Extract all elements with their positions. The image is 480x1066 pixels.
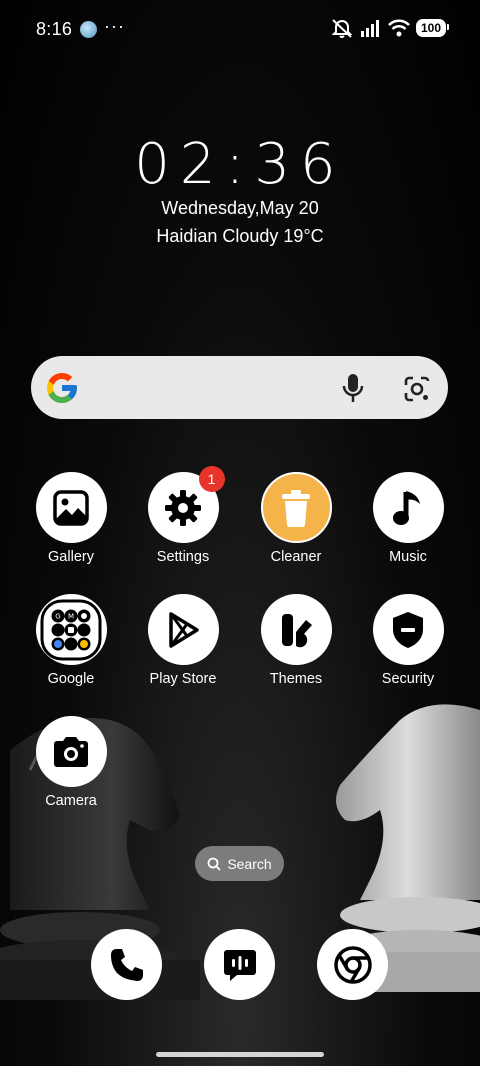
app-label: Gallery (48, 549, 94, 565)
app-search-button[interactable]: Search (195, 846, 284, 881)
app-label: Play Store (149, 671, 217, 687)
mic-icon[interactable] (340, 372, 366, 404)
dock-phone[interactable] (91, 929, 162, 1000)
dock-messages[interactable] (204, 929, 275, 1000)
dock-chrome[interactable] (317, 929, 388, 1000)
status-bar: 8:16 ··· 100 (0, 0, 480, 60)
trash-icon (260, 472, 332, 543)
google-g-icon (47, 373, 77, 403)
clock-date[interactable]: Wednesday,May 20 (0, 198, 480, 219)
camera-icon (35, 716, 107, 787)
search-pill-label: Search (227, 855, 272, 872)
status-icons: 100 (330, 18, 450, 38)
google-search-bar[interactable] (31, 356, 448, 419)
svg-text:G: G (55, 612, 60, 620)
app-label: Themes (269, 671, 323, 687)
app-play-store[interactable]: Play Store (128, 594, 238, 687)
wifi-icon (388, 19, 410, 37)
lens-icon[interactable] (402, 374, 432, 404)
app-themes[interactable]: Themes (241, 594, 351, 687)
mute-icon (331, 19, 353, 38)
shield-icon (372, 594, 444, 665)
app-label: Camera (45, 793, 97, 809)
messages-icon (223, 949, 256, 981)
app-gallery[interactable]: Gallery (16, 472, 126, 565)
play-store-icon (147, 594, 219, 665)
google-folder-icon: GM (35, 594, 107, 665)
app-cleaner[interactable]: Cleaner (241, 472, 351, 565)
app-settings[interactable]: 1 Settings (128, 466, 238, 565)
app-camera[interactable]: Camera (16, 716, 126, 809)
globe-notification-icon (80, 21, 97, 38)
home-indicator[interactable] (156, 1052, 324, 1057)
app-google-folder[interactable]: GM Google (16, 594, 126, 687)
weather-info[interactable]: Haidian Cloudy 19°C (0, 226, 480, 247)
gear-icon: 1 (147, 466, 225, 543)
app-label: Cleaner (270, 549, 322, 565)
app-label: Google (47, 671, 95, 687)
music-note-icon (372, 472, 444, 543)
app-label: Security (381, 671, 435, 687)
more-notifications-icon: ··· (104, 16, 125, 36)
notification-badge: 1 (198, 466, 225, 492)
chrome-icon (333, 945, 372, 984)
gallery-icon (35, 472, 107, 543)
battery-indicator: 100 (415, 19, 450, 37)
app-music[interactable]: Music (353, 472, 463, 565)
app-label: Settings (156, 549, 210, 565)
phone-icon (110, 948, 143, 981)
signal-icon (360, 20, 379, 37)
status-time: 8:16 (36, 19, 73, 39)
app-label: Music (389, 549, 427, 565)
app-security[interactable]: Security (353, 594, 463, 687)
svg-text:M: M (68, 612, 74, 620)
search-icon (207, 857, 221, 871)
themes-icon (260, 594, 332, 665)
clock-time[interactable]: 02:36 (0, 132, 480, 197)
